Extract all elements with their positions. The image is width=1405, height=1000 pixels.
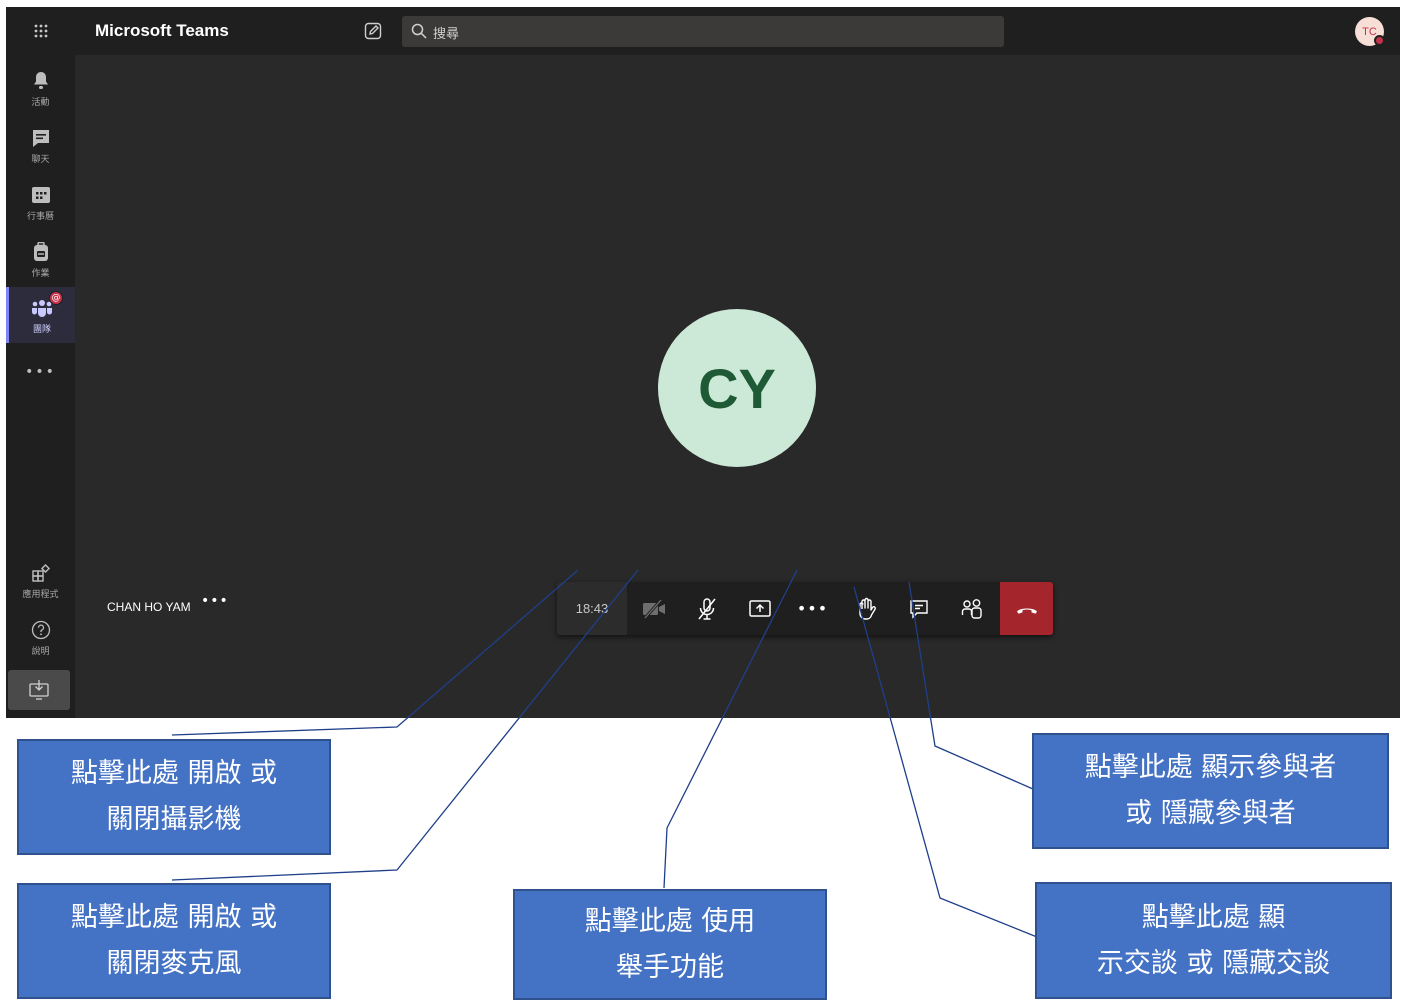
backpack-icon [29, 240, 53, 264]
rail-item-chat[interactable]: 聊天 [6, 117, 75, 174]
mic-off-icon [697, 597, 716, 620]
annotation-chat-line1: 點擊此處 顯 [1141, 901, 1286, 933]
annotation-chat: 點擊此處 顯 示交談 或 隱藏交談 [1035, 882, 1392, 999]
annotation-mic-line2: 關閉麥克風 [106, 948, 242, 979]
download-icon [29, 680, 49, 700]
rail-item-apps[interactable]: 應用程式 [6, 552, 75, 609]
hang-up-icon [1016, 608, 1037, 614]
participant-name: CHAN HO YAM [107, 600, 191, 614]
rail-item-label: 應用程式 [22, 590, 59, 600]
share-screen-button[interactable] [733, 582, 786, 635]
rail-item-label: 聊天 [31, 155, 50, 165]
annotation-participants-line1: 點擊此處 顯示參與者 [1084, 752, 1337, 783]
call-controls-bar: 18:43 ••• [557, 582, 1053, 635]
download-app-button[interactable] [8, 670, 70, 710]
more-apps-button[interactable]: ••• [6, 361, 75, 383]
annotation-participants: 點擊此處 顯示參與者 或 隱藏參與者 [1032, 733, 1389, 849]
hang-up-button[interactable] [1000, 582, 1053, 635]
annotation-mic: 點擊此處 開啟 或 關閉麥克風 [17, 883, 331, 999]
teams-window: 活動 聊天 行事曆 作業 團隊 @ ••• 應用程式 說明 Microsoft … [6, 7, 1400, 718]
rail-item-assignments[interactable]: 作業 [6, 231, 75, 288]
chat-bubble-icon [909, 599, 928, 619]
search-icon [411, 23, 427, 39]
compose-icon [364, 22, 382, 40]
rail-item-label: 團隊 [32, 324, 51, 335]
participant-avatar: CY [658, 309, 816, 467]
search-input[interactable]: 搜尋 [402, 16, 1004, 47]
calendar-icon [29, 183, 53, 207]
participants-icon [961, 598, 982, 619]
presence-busy-indicator [1374, 35, 1385, 46]
app-rail: 活動 聊天 行事曆 作業 團隊 @ ••• 應用程式 說明 [6, 7, 75, 718]
rail-item-label: 說明 [31, 647, 50, 657]
annotation-camera-line2: 關閉攝影機 [106, 804, 242, 835]
rail-item-activity[interactable]: 活動 [6, 60, 75, 117]
rail-item-label: 活動 [31, 98, 50, 108]
annotation-camera-line1: 點擊此處 開啟 或 [70, 758, 278, 789]
app-launcher-button[interactable] [6, 7, 75, 55]
new-chat-button[interactable] [362, 20, 384, 42]
mic-toggle-button[interactable] [680, 582, 733, 635]
meeting-stage: CY CHAN HO YAM ••• 18:43 ••• [75, 55, 1400, 718]
annotation-mic-line1: 點擊此處 開啟 或 [70, 902, 278, 933]
camera-off-icon [642, 598, 665, 619]
share-tray-icon [748, 599, 771, 617]
raise-hand-button[interactable] [839, 582, 892, 635]
more-dots-icon: ••• [796, 599, 829, 618]
title-bar: Microsoft Teams 搜尋 TC [75, 7, 1400, 55]
annotation-chat-line2: 示交談 或 隱藏交談 [1096, 947, 1331, 979]
annotation-raise-hand-line2: 舉手功能 [616, 951, 724, 983]
mention-badge: @ [49, 291, 63, 305]
hand-icon [858, 597, 876, 620]
search-placeholder: 搜尋 [433, 27, 460, 42]
rail-item-label: 行事曆 [26, 212, 54, 222]
chat-icon [29, 126, 53, 150]
rail-item-label: 作業 [31, 269, 50, 279]
bell-icon [29, 69, 53, 93]
show-participants-button[interactable] [945, 582, 998, 635]
rail-item-teams[interactable]: 團隊 @ [6, 287, 75, 343]
rail-item-calendar[interactable]: 行事曆 [6, 174, 75, 231]
apps-icon [29, 561, 53, 585]
participant-more-button[interactable]: ••• [201, 593, 229, 609]
help-icon [29, 618, 53, 642]
camera-toggle-button[interactable] [627, 582, 680, 635]
show-conversation-button[interactable] [892, 582, 945, 635]
annotation-camera: 點擊此處 開啟 或 關閉攝影機 [17, 739, 331, 855]
waffle-icon [34, 24, 47, 38]
annotation-participants-line2: 或 隱藏參與者 [1125, 798, 1296, 829]
app-title: Microsoft Teams [95, 21, 229, 40]
more-actions-button[interactable]: ••• [786, 582, 839, 635]
annotation-raise-hand-line1: 點擊此處 使用 [584, 905, 756, 937]
annotation-raise-hand: 點擊此處 使用 舉手功能 [513, 889, 827, 1000]
call-timer: 18:43 [557, 582, 627, 635]
rail-item-help[interactable]: 說明 [6, 609, 75, 666]
